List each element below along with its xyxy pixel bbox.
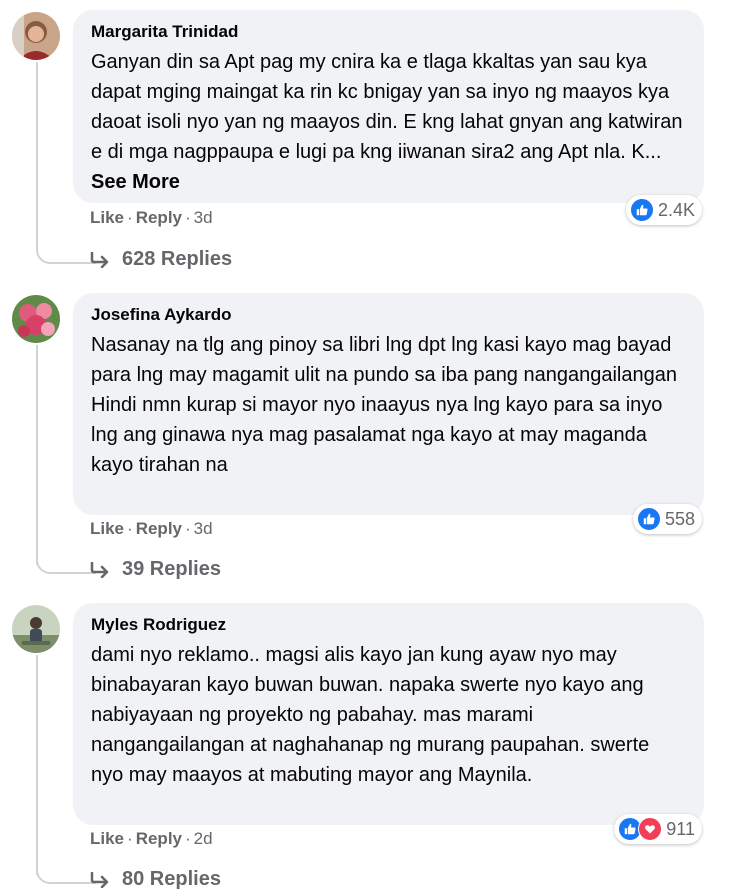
reaction-summary[interactable]: 2.4K <box>625 195 702 225</box>
comment-author[interactable]: Josefina Aykardo <box>91 305 686 325</box>
thread-connector <box>36 852 96 884</box>
comment-timestamp[interactable]: 3d <box>194 519 213 538</box>
comment-bubble: Margarita Trinidad Ganyan din sa Apt pag… <box>73 10 704 203</box>
comment-author[interactable]: Myles Rodriguez <box>91 615 686 635</box>
reply-arrow-icon <box>90 871 109 888</box>
thread-connector <box>36 542 96 574</box>
view-replies-button[interactable]: 628 Replies <box>90 248 232 271</box>
comment-author[interactable]: Margarita Trinidad <box>91 22 686 42</box>
comment-body: Ganyan din sa Apt pag my cnira ka e tlag… <box>91 51 683 163</box>
like-reaction-icon <box>629 198 654 222</box>
reply-button[interactable]: Reply <box>136 519 182 538</box>
reply-arrow-icon <box>90 251 109 268</box>
avatar[interactable] <box>12 12 60 60</box>
view-replies-button[interactable]: 80 Replies <box>90 868 221 891</box>
love-reaction-icon <box>638 817 663 841</box>
comment-bubble: Josefina Aykardo Nasanay na tlg ang pino… <box>73 293 704 515</box>
replies-count: 39 Replies <box>122 558 221 580</box>
thread-connector <box>36 232 96 264</box>
view-replies-button[interactable]: 39 Replies <box>90 558 221 581</box>
reaction-count: 558 <box>664 508 695 529</box>
reply-button[interactable]: Reply <box>136 208 182 227</box>
avatar-photo <box>12 12 60 60</box>
comment-1: Margarita Trinidad Ganyan din sa Apt pag… <box>0 0 750 300</box>
comment-actions: Like · Reply · 2d <box>90 829 213 848</box>
like-button[interactable]: Like <box>90 208 124 227</box>
comment-3: Myles Rodriguez dami nyo reklamo.. magsi… <box>0 600 750 893</box>
comment-text: dami nyo reklamo.. magsi alis kayo jan k… <box>91 644 650 786</box>
like-button[interactable]: Like <box>90 829 124 848</box>
comment-timestamp[interactable]: 3d <box>194 208 213 227</box>
reply-arrow-icon <box>90 561 109 578</box>
comment-text: Ganyan din sa Apt pag my cnira ka e tlag… <box>91 47 686 197</box>
avatar-photo <box>12 605 60 653</box>
comment-2: Josefina Aykardo Nasanay na tlg ang pino… <box>0 290 750 600</box>
comment-actions: Like · Reply · 3d <box>90 208 213 227</box>
thread-line <box>36 655 38 875</box>
comment-bubble: Myles Rodriguez dami nyo reklamo.. magsi… <box>73 603 704 825</box>
like-button[interactable]: Like <box>90 519 124 538</box>
avatar[interactable] <box>12 295 60 343</box>
replies-count: 628 Replies <box>122 248 233 270</box>
reaction-count: 911 <box>666 818 695 839</box>
reaction-summary[interactable]: 911 <box>614 814 702 844</box>
see-more-link[interactable]: See More <box>91 171 180 193</box>
like-reaction-icon <box>636 507 661 531</box>
thread-line <box>36 62 38 232</box>
comment-timestamp[interactable]: 2d <box>194 829 213 848</box>
replies-count: 80 Replies <box>122 868 221 890</box>
avatar[interactable] <box>12 605 60 653</box>
comment-actions: Like · Reply · 3d <box>90 519 213 538</box>
comment-text: Nasanay na tlg ang pinoy sa libri lng dp… <box>91 334 677 476</box>
reply-button[interactable]: Reply <box>136 829 182 848</box>
reaction-count: 2.4K <box>657 199 695 220</box>
reaction-summary[interactable]: 558 <box>632 504 702 534</box>
avatar-photo <box>12 295 60 343</box>
thread-line <box>36 345 38 565</box>
